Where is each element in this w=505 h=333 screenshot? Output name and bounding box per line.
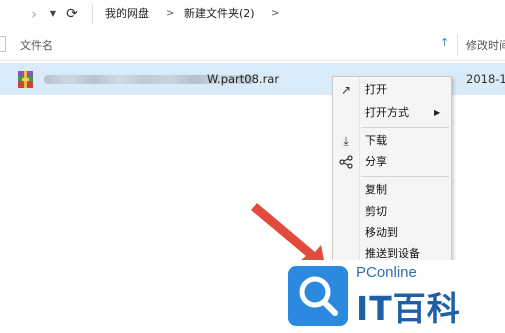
menu-item-label: 下载	[365, 134, 387, 147]
menu-item-label: 复制	[365, 183, 387, 196]
menu-item-label: 移动到	[365, 226, 398, 239]
menu-item-label: 打开	[365, 83, 387, 96]
submenu-arrow-icon: ▶	[434, 108, 441, 117]
open-arrow-icon: ↗	[340, 83, 352, 97]
watermark-brand-small: PConline	[356, 264, 417, 281]
menu-item-cut[interactable]: 剪切	[333, 202, 451, 222]
context-menu: ↗ 打开 打开方式 ▶ ⤓ 下载 分享 复制 剪切 移动到 推送到设备	[332, 76, 452, 266]
menu-item-label: 打开方式	[365, 106, 409, 119]
share-icon	[339, 155, 353, 169]
menu-item-label: 剪切	[365, 205, 387, 218]
menu-item-open[interactable]: ↗ 打开	[333, 80, 451, 100]
menu-item-move-to[interactable]: 移动到	[333, 223, 451, 243]
watermark-brand-large: IT百科	[356, 289, 461, 328]
menu-item-label: 分享	[365, 155, 387, 168]
watermark-logo-badge	[288, 266, 348, 326]
menu-item-download[interactable]: ⤓ 下载	[333, 131, 451, 151]
menu-item-copy[interactable]: 复制	[333, 180, 451, 200]
menu-separator	[361, 127, 449, 128]
download-icon: ⤓	[343, 134, 349, 148]
menu-item-open-with[interactable]: 打开方式 ▶	[333, 103, 451, 123]
menu-item-share[interactable]: 分享	[333, 152, 451, 172]
magnifier-logo-icon	[299, 276, 338, 316]
menu-separator	[361, 176, 449, 177]
